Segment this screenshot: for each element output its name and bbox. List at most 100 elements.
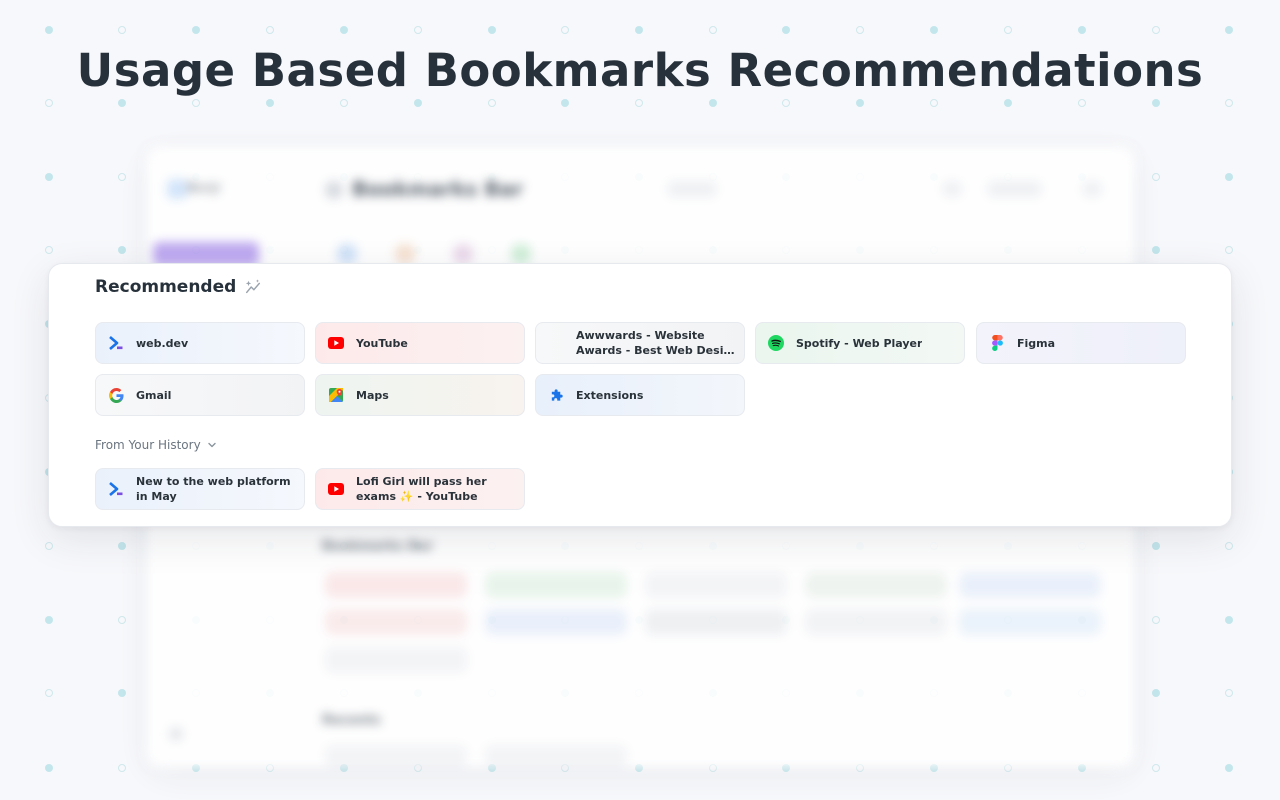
blurred-tile xyxy=(325,745,467,767)
blurred-tile xyxy=(485,745,627,767)
background-dot xyxy=(118,616,126,624)
background-dot xyxy=(561,26,569,34)
google-maps-icon xyxy=(327,386,345,404)
background-dot xyxy=(1225,26,1233,34)
background-dot xyxy=(782,26,790,34)
blurred-favicon xyxy=(395,244,415,264)
blurred-tile xyxy=(645,572,787,598)
background-dot xyxy=(192,26,200,34)
background-dot xyxy=(1225,173,1233,181)
sparkle-icon xyxy=(246,279,261,294)
blurred-control xyxy=(667,181,717,197)
blurred-section-label: Recents xyxy=(322,713,381,728)
bookmark-label: Awwwards - Website Awards - Best Web Des… xyxy=(576,329,740,357)
background-dot xyxy=(1078,26,1086,34)
background-dot xyxy=(45,173,53,181)
app-logo-icon xyxy=(167,179,187,199)
blurred-tile xyxy=(325,572,467,598)
bookmark-tile-spotify[interactable]: Spotify - Web Player xyxy=(755,322,965,364)
background-dot xyxy=(340,99,348,107)
blurred-control xyxy=(942,181,962,197)
background-dot xyxy=(45,764,53,772)
background-dot xyxy=(118,173,126,181)
bookmark-label: Spotify - Web Player xyxy=(796,336,923,350)
history-tile-web-dev[interactable]: New to the web platform in May xyxy=(95,468,305,510)
background-dot xyxy=(118,246,126,254)
app-title: Bookmarks Bar xyxy=(352,177,523,201)
background-dot xyxy=(45,616,53,624)
blurred-tile xyxy=(805,609,947,635)
app-brand: Bonjr xyxy=(187,181,222,196)
blurred-favicon xyxy=(453,244,473,264)
bookmark-tile-gmail[interactable]: Gmail xyxy=(95,374,305,416)
web-dev-icon xyxy=(107,480,125,498)
background-dot xyxy=(1225,616,1233,624)
background-dot xyxy=(930,99,938,107)
blurred-tile xyxy=(325,647,467,673)
bookmark-tile-web-dev[interactable]: web.dev xyxy=(95,322,305,364)
history-label-text: New to the web platform in May xyxy=(136,475,291,503)
history-toggle[interactable]: From Your History xyxy=(95,438,217,452)
background-dot xyxy=(856,99,864,107)
bookmark-label: web.dev xyxy=(136,336,189,350)
history-label: From Your History xyxy=(95,438,201,452)
bookmark-tile-figma[interactable]: Figma xyxy=(976,322,1186,364)
background-dot xyxy=(414,99,422,107)
recommended-title: Recommended xyxy=(95,277,237,297)
background-dot xyxy=(45,26,53,34)
recommended-card: Recommended web.dev YouTube Awwwards - W… xyxy=(48,263,1232,527)
bookmark-tile-youtube[interactable]: YouTube xyxy=(315,322,525,364)
background-dot xyxy=(45,246,53,254)
blurred-tile xyxy=(325,609,467,635)
bookmark-label: Figma xyxy=(1017,336,1056,350)
history-tile-youtube[interactable]: Lofi Girl will pass her exams ✨ - YouTub… xyxy=(315,468,525,510)
background-dot xyxy=(340,26,348,34)
blurred-tile xyxy=(485,609,627,635)
background-dot xyxy=(1225,99,1233,107)
bookmark-label: YouTube xyxy=(356,336,408,350)
blurred-favicon xyxy=(511,244,531,264)
bookmark-label: Maps xyxy=(356,388,389,402)
recommended-heading: Recommended xyxy=(95,277,262,297)
background-dot xyxy=(45,689,53,697)
blurred-icon xyxy=(169,727,183,741)
background-dot xyxy=(118,99,126,107)
background-dot xyxy=(1078,99,1086,107)
background-dot xyxy=(45,542,53,550)
background-dot xyxy=(414,26,422,34)
background-dot xyxy=(709,99,717,107)
background-dot xyxy=(266,99,274,107)
bookmark-icon xyxy=(325,181,343,199)
background-dot xyxy=(930,26,938,34)
bookmark-tile-maps[interactable]: Maps xyxy=(315,374,525,416)
background-dot xyxy=(45,99,53,107)
youtube-icon xyxy=(327,334,345,352)
background-dot xyxy=(1225,542,1233,550)
background-dot xyxy=(1152,542,1160,550)
background-dot xyxy=(635,26,643,34)
page-headline: Usage Based Bookmarks Recommendations xyxy=(76,44,1204,97)
background-dot xyxy=(1225,764,1233,772)
background-dot xyxy=(709,26,717,34)
background-dot xyxy=(1152,26,1160,34)
background-dot xyxy=(118,26,126,34)
background-dot xyxy=(1152,689,1160,697)
blurred-control xyxy=(987,181,1042,197)
awwwards-icon xyxy=(547,334,565,352)
background-dot xyxy=(1152,246,1160,254)
blurred-tile xyxy=(485,572,627,598)
bookmark-tile-extensions[interactable]: Extensions xyxy=(535,374,745,416)
background-dot xyxy=(856,26,864,34)
background-dot xyxy=(782,99,790,107)
background-dot xyxy=(1225,246,1233,254)
background-dot xyxy=(1152,616,1160,624)
background-dot xyxy=(1004,26,1012,34)
puzzle-icon xyxy=(547,386,565,404)
blurred-tile xyxy=(959,572,1101,598)
background-dot xyxy=(488,26,496,34)
promo-page: Usage Based Bookmarks Recommendations Bo… xyxy=(0,0,1280,800)
bookmark-tile-awwwards[interactable]: Awwwards - Website Awards - Best Web Des… xyxy=(535,322,745,364)
blurred-tile xyxy=(959,609,1101,635)
google-icon xyxy=(107,386,125,404)
background-dot xyxy=(1152,99,1160,107)
